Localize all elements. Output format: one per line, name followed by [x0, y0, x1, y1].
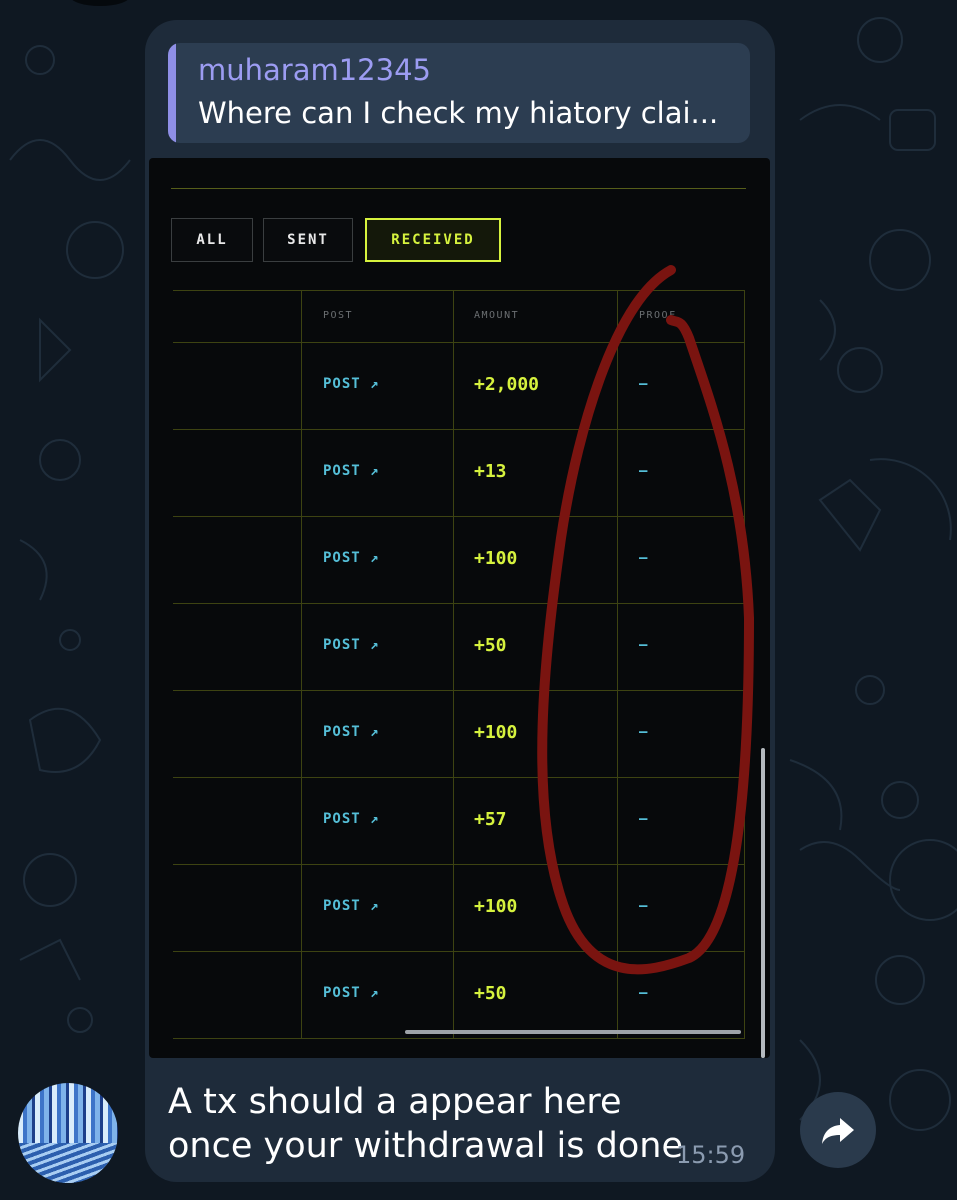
reply-accent-bar	[168, 43, 176, 143]
post-link[interactable]: POST ↗	[323, 637, 380, 653]
column-rule	[453, 290, 454, 1038]
amount-value: +57	[474, 809, 507, 830]
table-rule	[173, 516, 745, 517]
column-header-amount: AMOUNT	[474, 310, 520, 321]
table-rule	[173, 864, 745, 865]
column-rule	[617, 290, 618, 1038]
post-link[interactable]: POST ↗	[323, 376, 380, 392]
table-rule	[173, 1038, 745, 1039]
proof-value: –	[639, 811, 648, 827]
table-rule	[173, 603, 745, 604]
history-table: POST AMOUNT PROOF POST ↗ +2,000 – POST ↗…	[173, 290, 745, 1039]
post-link[interactable]: POST ↗	[323, 550, 380, 566]
proof-value: –	[639, 985, 648, 1001]
avatar-image-detail	[18, 1143, 118, 1183]
table-rule	[173, 429, 745, 430]
amount-value: +100	[474, 722, 518, 743]
post-link[interactable]: POST ↗	[323, 898, 380, 914]
message-timestamp: 15:59	[676, 1141, 746, 1169]
column-header-proof: PROOF	[639, 310, 677, 321]
table-rule	[173, 777, 745, 778]
reply-author: muharam12345	[198, 53, 431, 87]
post-link[interactable]: POST ↗	[323, 811, 380, 827]
amount-value: +100	[474, 896, 518, 917]
attached-screenshot[interactable]: ALL SENT RECEIVED POST AMOUNT PROOF POST…	[149, 158, 770, 1058]
tab-all[interactable]: ALL	[171, 218, 253, 262]
table-rule	[173, 290, 745, 291]
amount-value: +13	[474, 461, 507, 482]
column-rule	[301, 290, 302, 1038]
proof-value: –	[639, 724, 648, 740]
proof-value: –	[639, 550, 648, 566]
proof-value: –	[639, 637, 648, 653]
table-rule	[173, 690, 745, 691]
tab-sent[interactable]: SENT	[263, 218, 353, 262]
reply-text: Where can I check my hiatory clai...	[198, 96, 719, 130]
proof-value: –	[639, 376, 648, 392]
forward-arrow-icon	[822, 1118, 854, 1144]
vertical-scrollbar[interactable]	[761, 748, 765, 1058]
divider	[171, 188, 746, 189]
amount-value: +2,000	[474, 374, 540, 395]
post-link[interactable]: POST ↗	[323, 985, 380, 1001]
amount-value: +50	[474, 983, 507, 1004]
avatar[interactable]	[18, 1083, 118, 1183]
reply-quote[interactable]: muharam12345 Where can I check my hiator…	[168, 43, 750, 143]
horizontal-scrollbar[interactable]	[405, 1030, 741, 1034]
table-rule	[173, 951, 745, 952]
column-header-post: POST	[323, 310, 354, 321]
amount-value: +100	[474, 548, 518, 569]
column-rule	[744, 290, 745, 1038]
post-link[interactable]: POST ↗	[323, 463, 380, 479]
tab-received[interactable]: RECEIVED	[365, 218, 501, 262]
forward-button[interactable]	[800, 1092, 876, 1168]
proof-value: –	[639, 898, 648, 914]
post-link[interactable]: POST ↗	[323, 724, 380, 740]
message-text: A tx should a appear here once your with…	[168, 1082, 683, 1166]
table-rule	[173, 342, 745, 343]
proof-value: –	[639, 463, 648, 479]
amount-value: +50	[474, 635, 507, 656]
